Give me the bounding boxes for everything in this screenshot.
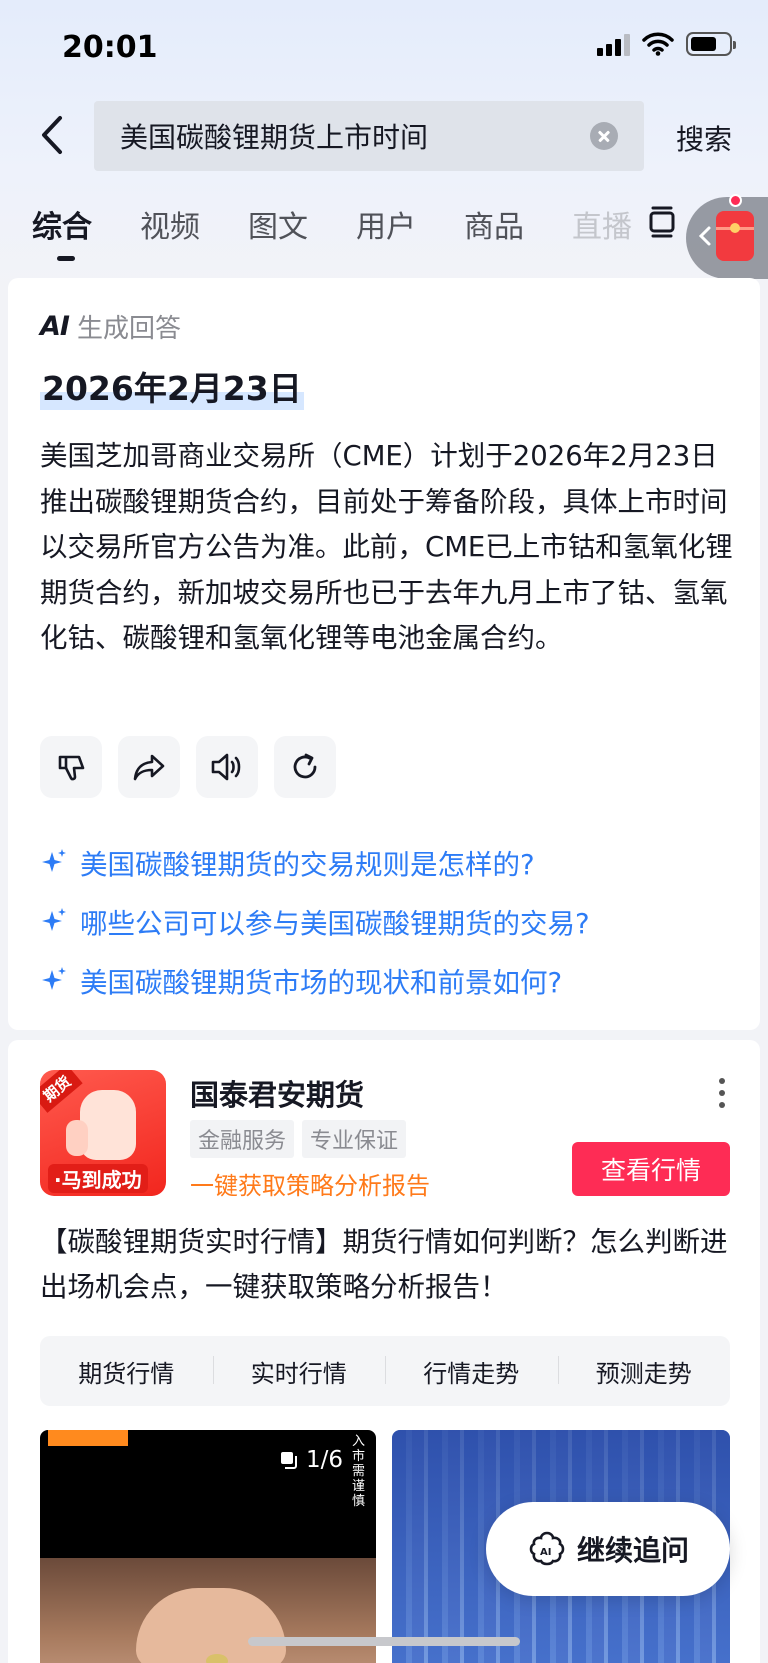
tag: 专业保证	[302, 1120, 407, 1158]
search-button[interactable]: 搜索	[676, 118, 732, 158]
promo-text[interactable]: 一键获取策略分析报告	[190, 1166, 430, 1201]
tab-products[interactable]: 商品	[464, 202, 524, 246]
quick-link[interactable]: 期货行情	[40, 1354, 213, 1389]
suggested-question-text: 美国碳酸锂期货市场的现状和前景如何?	[80, 966, 563, 999]
suggested-question[interactable]: 美国碳酸锂期货的交易规则是怎样的?	[40, 832, 590, 891]
logo-caption: ·马到成功	[48, 1164, 148, 1193]
gallery-icon	[281, 1452, 297, 1469]
status-icons	[597, 32, 736, 56]
hand-photo	[40, 1558, 376, 1663]
media-count: 1/6	[306, 1447, 344, 1473]
thumbs-down-icon	[58, 755, 85, 781]
tab-bar: 综合 视频 图文 用户 商品 直播	[32, 202, 632, 261]
share-button[interactable]	[118, 736, 180, 798]
search-query[interactable]: 美国碳酸锂期货上市时间	[120, 116, 590, 156]
wifi-icon	[642, 32, 674, 56]
suggested-questions: 美国碳酸锂期货的交易规则是怎样的? 哪些公司可以参与美国碳酸锂期货的交易? 美国…	[40, 832, 590, 1009]
quick-link[interactable]: 行情走势	[385, 1354, 558, 1389]
suggested-question-text: 美国碳酸锂期货的交易规则是怎样的?	[80, 848, 535, 881]
risk-warning: 入市需谨慎	[352, 1434, 366, 1509]
ai-label: AI 生成回答	[40, 308, 181, 345]
advertiser-name[interactable]: 国泰君安期货	[190, 1072, 364, 1114]
tab-image-text[interactable]: 图文	[248, 202, 308, 246]
refresh-icon	[293, 753, 317, 779]
sparkle-icon	[42, 848, 66, 872]
battery-icon	[686, 32, 736, 56]
app-logo[interactable]: 期货 ·马到成功	[40, 1070, 166, 1196]
suggested-question[interactable]: 哪些公司可以参与美国碳酸锂期货的交易?	[40, 891, 590, 950]
label-strip	[48, 1430, 128, 1446]
ai-logo: AI	[40, 311, 70, 342]
red-packet-icon	[716, 211, 754, 261]
clear-icon[interactable]	[590, 122, 618, 150]
chevron-left-icon	[698, 226, 711, 246]
speaker-icon	[211, 753, 241, 781]
tag: 金融服务	[190, 1120, 295, 1158]
status-time: 20:01	[62, 30, 158, 65]
answer-title: 2026年2月23日	[40, 362, 304, 410]
signal-icon	[597, 32, 630, 56]
tab-users[interactable]: 用户	[356, 202, 416, 246]
tag-row: 金融服务 专业保证	[190, 1120, 407, 1158]
ad-description[interactable]: 【碳酸锂期货实时行情】期货行情如何判断？怎么判断进出场机会点，一键获取策略分析报…	[40, 1220, 740, 1310]
media-count-badge: 1/6	[268, 1440, 356, 1480]
hand-image	[136, 1588, 286, 1663]
regenerate-button[interactable]	[274, 736, 336, 798]
quick-link[interactable]: 预测走势	[557, 1354, 731, 1389]
quick-link[interactable]: 实时行情	[212, 1354, 386, 1389]
sparkle-icon	[42, 907, 66, 931]
ai-label-text: 生成回答	[76, 314, 181, 344]
tab-video[interactable]: 视频	[140, 202, 200, 246]
share-icon	[133, 754, 165, 781]
thumbs-up-icon	[66, 1090, 136, 1160]
tab-general[interactable]: 综合	[32, 202, 92, 261]
media-thumbnail[interactable]: 1/6 入市需谨慎	[40, 1430, 376, 1663]
suggested-question-text: 哪些公司可以参与美国碳酸锂期货的交易?	[80, 907, 590, 940]
ai-chat-icon: AI	[529, 1531, 565, 1566]
logo-badge: 期货	[40, 1070, 83, 1113]
tab-overflow-icon[interactable]	[648, 206, 676, 238]
dislike-button[interactable]	[40, 736, 102, 798]
back-icon[interactable]	[36, 112, 72, 158]
suggested-question[interactable]: 美国碳酸锂期货市场的现状和前景如何?	[40, 950, 590, 1009]
answer-body: 美国芝加哥商业交易所（CME）计划于2026年2月23日推出碳酸锂期货合约，目前…	[40, 440, 733, 654]
more-icon[interactable]	[718, 1076, 726, 1110]
follow-up-label: 继续追问	[576, 1534, 689, 1567]
red-packet-fab[interactable]	[686, 197, 768, 279]
home-indicator[interactable]	[248, 1637, 520, 1646]
tab-live[interactable]: 直播	[572, 202, 632, 246]
svg-text:AI: AI	[540, 1547, 551, 1558]
view-quotes-button[interactable]: 查看行情	[572, 1142, 730, 1196]
answer-actions	[40, 736, 336, 798]
search-input[interactable]: 美国碳酸锂期货上市时间	[94, 101, 644, 171]
read-aloud-button[interactable]	[196, 736, 258, 798]
coin-image	[206, 1654, 228, 1663]
quick-links: 期货行情 实时行情 行情走势 预测走势	[40, 1336, 730, 1406]
ai-answer-card: AI 生成回答 2026年2月23日 美国芝加哥商业交易所（CME）计划于202…	[8, 278, 760, 1030]
notification-dot	[729, 194, 742, 207]
sparkle-icon	[42, 966, 66, 990]
follow-up-button[interactable]: AI 继续追问	[486, 1502, 730, 1596]
